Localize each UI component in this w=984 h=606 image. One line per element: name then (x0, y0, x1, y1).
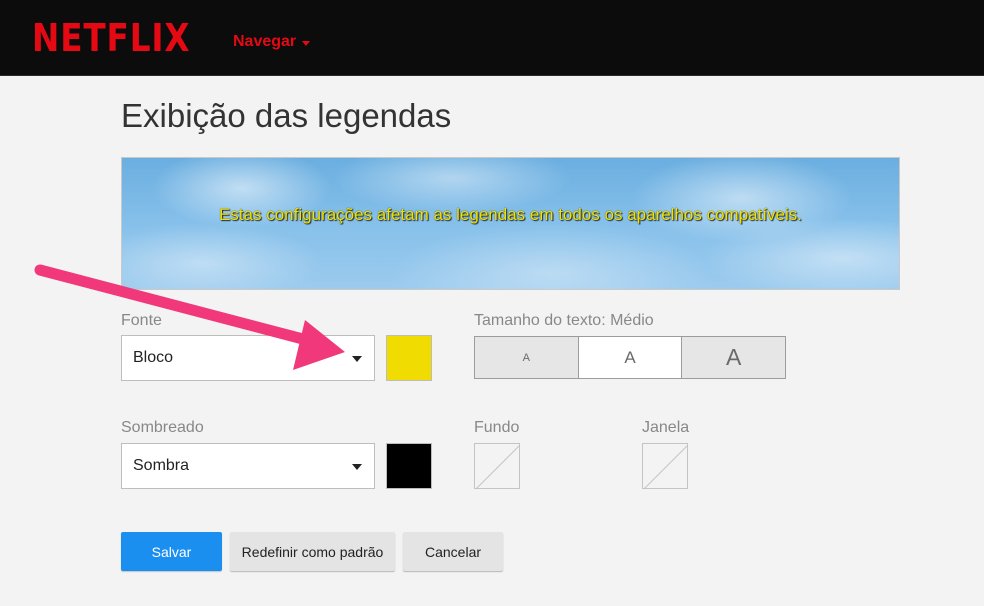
text-size-label: Tamanho do texto: Médio (474, 312, 654, 329)
preview-subtitle-text: Estas configurações afetam as legendas e… (218, 205, 803, 224)
text-size-medium-button[interactable]: A (578, 337, 683, 378)
text-size-large-button[interactable]: A (682, 337, 786, 378)
save-button[interactable]: Salvar (121, 532, 222, 571)
font-label: Fonte (121, 312, 162, 329)
no-color-icon (475, 444, 521, 490)
top-bar: NETFLIX Navegar (0, 0, 984, 76)
shadow-color-swatch[interactable] (386, 443, 432, 489)
cancel-button[interactable]: Cancelar (403, 532, 503, 571)
annotation-arrow (34, 264, 345, 370)
shadow-select[interactable]: Sombra (121, 443, 375, 489)
reset-default-button[interactable]: Redefinir como padrão (230, 532, 395, 571)
window-label: Janela (642, 419, 690, 436)
browse-menu[interactable]: Navegar (233, 33, 311, 51)
browse-menu-label: Navegar (233, 33, 297, 50)
shadow-label: Sombreado (121, 419, 204, 436)
text-size-selector: A A A (474, 336, 786, 379)
background-label: Fundo (474, 419, 520, 436)
background-color-swatch[interactable] (474, 443, 521, 490)
no-color-icon (643, 444, 689, 490)
subtitle-preview: Estas configurações afetam as legendas e… (121, 157, 900, 290)
dropdown-caret-icon (352, 464, 362, 470)
font-select-value: Bloco (133, 349, 174, 366)
text-size-small-button[interactable]: A (475, 337, 579, 378)
window-color-swatch[interactable] (642, 443, 689, 490)
netflix-logo[interactable]: NETFLIX (32, 16, 190, 60)
font-color-swatch[interactable] (386, 335, 432, 381)
dropdown-caret-icon (352, 356, 362, 362)
shadow-select-value: Sombra (133, 457, 190, 474)
font-select[interactable]: Bloco (121, 335, 375, 381)
chevron-down-icon (302, 40, 311, 46)
page-title: Exibição das legendas (121, 97, 452, 134)
